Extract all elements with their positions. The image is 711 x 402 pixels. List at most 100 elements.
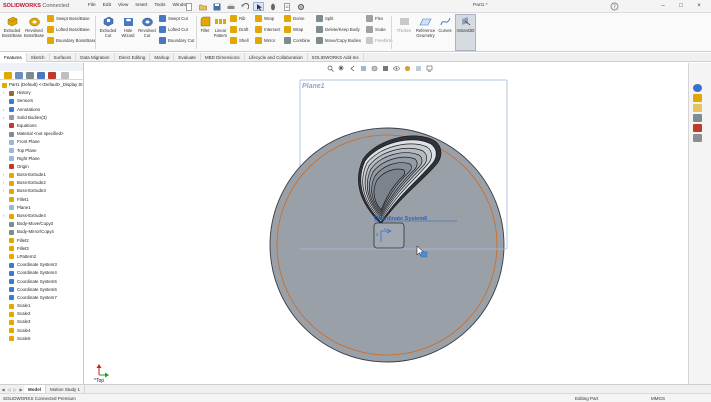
tree-item[interactable]: Scale5 (0, 335, 83, 343)
extruded-boss-button[interactable]: Extruded Boss/Base (1, 15, 23, 39)
design-library-icon[interactable] (693, 94, 702, 102)
flex-button[interactable]: Flex (366, 15, 383, 22)
tree-item[interactable]: Coordinate System6 (0, 286, 83, 294)
extruded-cut-button[interactable]: Extruded Cut (97, 15, 119, 39)
tree-item[interactable]: Equations (0, 122, 83, 130)
rib-button[interactable]: Rib (230, 15, 245, 22)
expand-panel-icon[interactable] (61, 72, 69, 79)
tree-item[interactable]: Fillet1 (0, 196, 83, 204)
swept-boss-button[interactable]: Swept Boss/Base (47, 15, 90, 22)
tree-item[interactable]: › Annotations (0, 106, 83, 114)
boundary-boss-button[interactable]: Boundary Boss/Base (47, 37, 96, 44)
rebuild-icon[interactable] (267, 2, 278, 11)
coordinate-system-marker[interactable]: z x (373, 222, 405, 249)
tree-item[interactable]: Sensors (0, 97, 83, 105)
tree-item[interactable]: Scale2 (0, 310, 83, 318)
delete-keep-body-button[interactable]: Delete/Keep Body (316, 26, 360, 33)
revolved-boss-button[interactable]: Revolved Boss/Base (23, 15, 45, 39)
expand-arrow-icon[interactable]: › (3, 89, 4, 97)
move-copy-bodies-button[interactable]: Move/Copy Bodies (316, 37, 361, 44)
tree-item[interactable]: › Solid Bodies(3) (0, 114, 83, 122)
hole-wizard-button[interactable]: Hole Wizard (118, 15, 138, 39)
tree-root[interactable]: Part1 (Default) <<Default>_Display St (0, 81, 83, 89)
options-icon[interactable] (295, 2, 306, 11)
menu-file[interactable]: File (88, 3, 96, 8)
save-icon[interactable] (211, 2, 222, 11)
undo-icon[interactable] (239, 2, 250, 11)
tree-item[interactable]: Origin (0, 163, 83, 171)
shell-button[interactable]: Shell (230, 37, 249, 44)
expand-arrow-icon[interactable]: › (3, 187, 4, 195)
new-icon[interactable] (183, 2, 194, 11)
menu-edit[interactable]: Edit (103, 3, 111, 8)
custom-properties-icon[interactable] (693, 134, 702, 142)
tree-item[interactable]: › Boss-Extrude1 (0, 171, 83, 179)
curves-button[interactable]: Curves (436, 15, 454, 34)
tree-item[interactable]: Coordinate System7 (0, 294, 83, 302)
tab-features[interactable]: Features (0, 53, 27, 62)
tree-item[interactable]: LPattern2 (0, 253, 83, 261)
expand-arrow-icon[interactable]: › (3, 212, 4, 220)
tree-item[interactable]: Coordinate System3 (0, 261, 83, 269)
scale-button[interactable]: Scale (366, 26, 386, 33)
fillet-button[interactable]: Fillet (197, 15, 213, 34)
menu-view[interactable]: View (118, 3, 128, 8)
tab-lifecycle[interactable]: Lifecycle and Collaboration (245, 53, 308, 62)
instant3d-button[interactable]: Instant3D (455, 14, 476, 51)
lofted-cut-button[interactable]: Lofted Cut (159, 26, 188, 33)
tab-data-migration[interactable]: Data Migration (76, 53, 115, 62)
tab-direct-editing[interactable]: Direct Editing (115, 53, 151, 62)
dimxpert-tab-icon[interactable] (37, 72, 45, 79)
draft-button[interactable]: Draft (230, 26, 248, 33)
restore-icon[interactable]: □ (673, 1, 689, 11)
tree-filter-bar[interactable] (0, 63, 83, 71)
tree-item[interactable]: Coordinate System4 (0, 269, 83, 277)
status-units[interactable]: MMGS (651, 396, 665, 401)
expand-arrow-icon[interactable]: › (3, 114, 4, 122)
combine-button[interactable]: Combine (284, 37, 310, 44)
tree-item[interactable]: Fillet3 (0, 245, 83, 253)
tree-item[interactable]: Body-Mirror/Copy4 (0, 228, 83, 236)
tree-item[interactable]: Body-Move/Copy3 (0, 220, 83, 228)
feature-manager-tab-icon[interactable] (4, 72, 12, 79)
tree-item[interactable]: Scale4 (0, 327, 83, 335)
swept-cut-button[interactable]: Swept Cut (159, 15, 188, 22)
tab-mbd-dimensions[interactable]: MBD Dimensions (201, 53, 245, 62)
wrap-button[interactable]: Wrap (255, 15, 274, 22)
select-icon[interactable] (253, 2, 264, 11)
help-icon[interactable]: ? (610, 2, 619, 11)
print-icon[interactable] (225, 2, 236, 11)
wrap-alt-button[interactable]: Wrap (284, 26, 303, 33)
file-explorer-icon[interactable] (693, 104, 702, 112)
tree-item[interactable]: › Boss-Extrude3 (0, 187, 83, 195)
tab-sketch[interactable]: Sketch (27, 53, 50, 62)
tree-item[interactable]: Scale1 (0, 302, 83, 310)
tree-item[interactable]: Plane1 (0, 204, 83, 212)
linear-pattern-button[interactable]: Linear Pattern (212, 15, 229, 39)
mirror-button[interactable]: Mirror (255, 37, 275, 44)
tab-markup[interactable]: Markup (150, 53, 175, 62)
menu-tools[interactable]: Tools (154, 3, 165, 8)
minimize-icon[interactable]: – (655, 1, 671, 11)
appearances-icon[interactable] (693, 124, 702, 132)
tab-surfaces[interactable]: Surfaces (50, 53, 77, 62)
tab-evaluate[interactable]: Evaluate (174, 53, 201, 62)
lofted-boss-button[interactable]: Lofted Boss/Base (47, 26, 90, 33)
close-icon[interactable]: × (691, 1, 707, 11)
split-button[interactable]: Split (316, 15, 333, 22)
display-manager-tab-icon[interactable] (48, 72, 56, 79)
tree-item[interactable]: Scale3 (0, 318, 83, 326)
tree-item[interactable]: › History (0, 89, 83, 97)
reference-geometry-button[interactable]: Reference Geometry (415, 15, 436, 39)
menu-insert[interactable]: Insert (135, 3, 147, 8)
expand-arrow-icon[interactable]: › (3, 171, 4, 179)
freeform-button[interactable]: Freeform (366, 37, 392, 44)
boundary-cut-button[interactable]: Boundary Cut (159, 37, 194, 44)
thicken-cut-button[interactable]: Thicken (392, 15, 416, 34)
model-canvas[interactable]: Plane1 z x Coordinate System6 *Top (85, 63, 688, 384)
view-palette-icon[interactable] (693, 114, 702, 122)
tab-addins[interactable]: SOLIDWORKS Add-Ins (308, 53, 364, 62)
tree-item[interactable]: Front Plane (0, 138, 83, 146)
revolved-cut-button[interactable]: Revolved Cut (137, 15, 157, 39)
tree-item[interactable]: Fillet2 (0, 237, 83, 245)
